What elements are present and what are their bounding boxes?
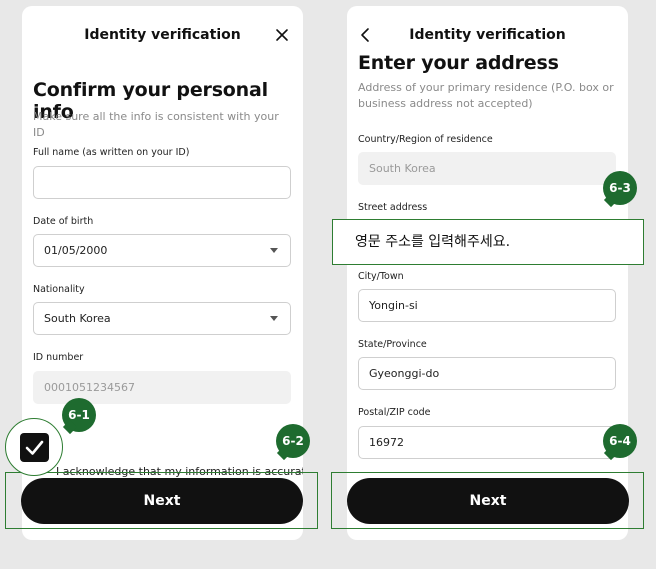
street-label: Street address — [358, 202, 428, 213]
postal-input[interactable]: 16972 — [358, 426, 616, 459]
country-field: South Korea — [358, 152, 616, 185]
step-badge-6-4: 6-4 — [603, 424, 637, 461]
nationality-select[interactable]: South Korea — [33, 302, 291, 335]
page-subtitle: Make sure all the info is consistent wit… — [33, 110, 279, 139]
step-badge-6-3: 6-3 — [603, 171, 637, 208]
dob-select[interactable]: 01/05/2000 — [33, 234, 291, 267]
address-screen: Identity verification Enter your address… — [347, 6, 628, 540]
id-number-label: ID number — [33, 352, 84, 363]
full-name-input[interactable] — [33, 166, 291, 199]
step-badge-6-1: 6-1 — [62, 398, 96, 435]
personal-info-screen: Identity verification Confirm your perso… — [22, 6, 303, 540]
back-arrow-icon[interactable] — [355, 24, 377, 46]
nationality-value: South Korea — [44, 312, 111, 325]
nationality-label: Nationality — [33, 284, 85, 295]
header-title: Identity verification — [84, 27, 241, 43]
close-icon[interactable] — [271, 24, 293, 46]
next-button[interactable]: Next — [347, 478, 629, 524]
city-input[interactable]: Yongin-si — [358, 289, 616, 322]
city-label: City/Town — [358, 271, 404, 282]
postal-label: Postal/ZIP code — [358, 407, 431, 418]
chevron-down-icon — [270, 248, 278, 253]
page-title: Enter your address — [358, 52, 559, 74]
chevron-down-icon — [270, 316, 278, 321]
dob-value: 01/05/2000 — [44, 244, 108, 257]
state-input[interactable]: Gyeonggi-do — [358, 357, 616, 390]
checkmark-icon — [25, 440, 44, 455]
checkbox-highlight — [5, 418, 63, 476]
next-button[interactable]: Next — [21, 478, 303, 524]
header-title: Identity verification — [409, 27, 566, 43]
country-label: Country/Region of residence — [358, 134, 493, 145]
state-label: State/Province — [358, 339, 427, 350]
step-badge-6-2: 6-2 — [276, 424, 310, 461]
street-address-tip: 영문 주소를 입력해주세요. — [332, 219, 644, 265]
dob-label: Date of birth — [33, 216, 94, 227]
acknowledge-checkbox[interactable] — [20, 433, 49, 462]
full-name-label: Full name (as written on your ID) — [33, 147, 190, 158]
page-subtitle: Address of your primary residence (P.O. … — [358, 81, 614, 110]
